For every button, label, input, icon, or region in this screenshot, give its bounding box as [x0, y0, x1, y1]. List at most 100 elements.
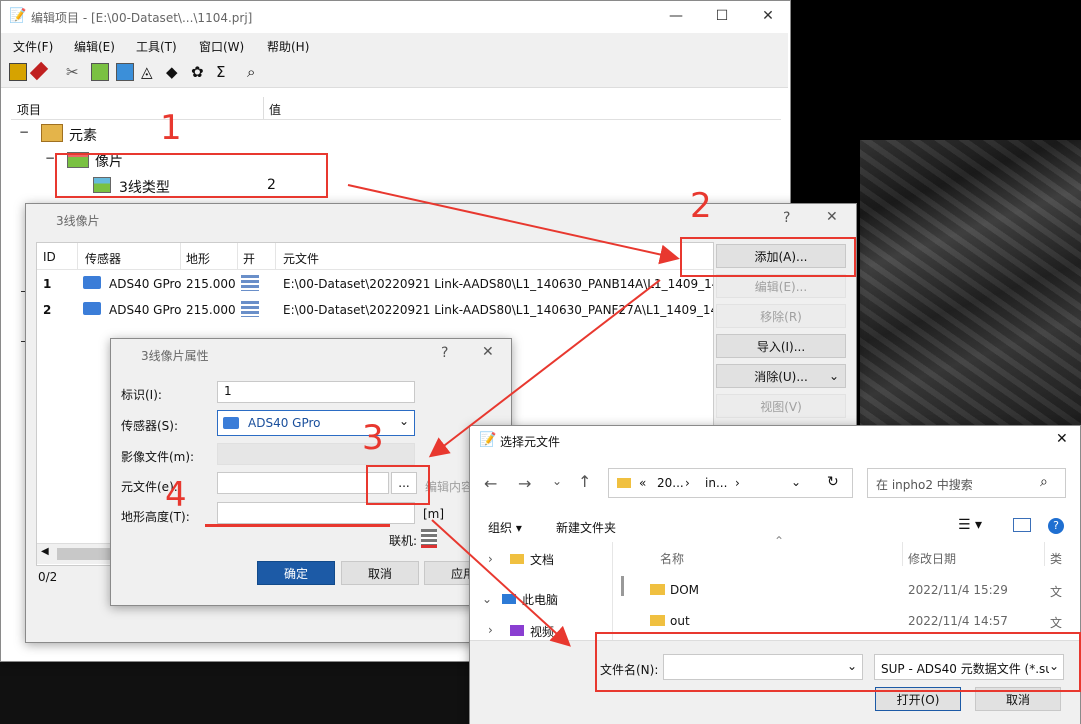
col-type[interactable]: 类	[1050, 550, 1062, 567]
menu-file[interactable]: 文件(F)	[13, 38, 53, 55]
tree-header-item: 项目	[17, 103, 42, 117]
help-icon[interactable]: ?	[1048, 518, 1064, 534]
breadcrumb-part[interactable]: 20...	[657, 476, 684, 490]
row-terrain: 215.000	[186, 277, 236, 291]
app-icon: 📝	[9, 8, 27, 24]
tree-node-elements[interactable]: 元素	[69, 125, 97, 145]
close-icon[interactable]: ✕	[826, 209, 838, 225]
table-row[interactable]: 1 ADS40 GPro 215.000 E:\00-Dataset\20220…	[37, 271, 713, 297]
delete-split-button[interactable]: 消除(U)... ⌄	[716, 364, 846, 388]
online-icon[interactable]	[421, 529, 437, 548]
close-icon[interactable]: ✕	[1056, 431, 1068, 447]
row-file: E:\00-Dataset\20220921 Link-AADS80\L1_14…	[283, 303, 713, 317]
photo-icon[interactable]	[91, 63, 109, 81]
new-folder-button[interactable]: 新建文件夹	[556, 519, 616, 536]
chevron-down-icon[interactable]: ⌄	[399, 414, 409, 428]
image-file-field	[217, 443, 415, 465]
ok-button[interactable]: 确定	[257, 561, 335, 585]
refresh-icon[interactable]: ↻	[827, 474, 839, 490]
annotation-box	[55, 153, 328, 198]
breadcrumb-part[interactable]: in...	[705, 476, 727, 490]
col-terrain[interactable]: 地形	[186, 250, 210, 267]
help-icon[interactable]: ?	[783, 210, 790, 226]
scroll-left-icon[interactable]: ◀	[41, 546, 49, 557]
network-icon	[241, 301, 259, 317]
edit-content-button[interactable]: 编辑内容	[425, 478, 473, 495]
search-icon[interactable]: ⌕	[1040, 474, 1048, 490]
triangle-icon[interactable]: ◬	[141, 63, 157, 81]
scroll-thumb[interactable]	[57, 548, 117, 560]
view-menu-icon[interactable]: ☰ ▾	[958, 517, 982, 533]
help-icon[interactable]: ?	[441, 345, 448, 361]
expand-icon[interactable]: ›	[488, 623, 493, 637]
cancel-button[interactable]: 取消	[341, 561, 419, 585]
close-icon[interactable]: ✕	[482, 344, 494, 360]
chevron-down-icon[interactable]: ⌄	[829, 369, 839, 383]
edit-button[interactable]: 编辑(E)...	[716, 274, 846, 298]
list-item[interactable]: DOM 2022/11/4 15:29 文	[630, 578, 1078, 602]
recent-chevron-icon[interactable]: ⌄	[552, 474, 562, 488]
col-open[interactable]: 开	[243, 250, 255, 267]
tree-collapse-icon[interactable]: −	[19, 125, 29, 139]
terrain-height-field[interactable]	[217, 502, 415, 524]
search-placeholder: 在 inpho2 中搜索	[876, 478, 973, 492]
cluster-icon[interactable]: ✿	[191, 63, 207, 81]
unit-label: [m]	[423, 507, 445, 521]
back-arrow-icon[interactable]: ←	[484, 474, 497, 493]
list-item[interactable]: out 2022/11/4 14:57 文	[630, 609, 1078, 633]
computer-icon	[502, 594, 516, 604]
forward-arrow-icon[interactable]: →	[518, 474, 531, 493]
col-sensor[interactable]: 传感器	[85, 250, 121, 267]
close-icon[interactable]: ✕	[745, 1, 791, 31]
help-pointer-icon[interactable]: ⌕	[247, 63, 263, 81]
import-button[interactable]: 导入(I)...	[716, 334, 846, 358]
breadcrumb-part[interactable]: «	[639, 476, 646, 490]
col-name[interactable]: 名称	[660, 550, 684, 567]
maximize-icon[interactable]: ☐	[699, 1, 745, 31]
remove-button[interactable]: 移除(R)	[716, 304, 846, 328]
up-arrow-icon[interactable]: ↑	[578, 472, 591, 491]
breadcrumb-separator-icon: ›	[735, 476, 740, 490]
save-icon[interactable]	[9, 63, 27, 81]
minimize-icon[interactable]: —	[653, 1, 699, 31]
online-label: 联机:	[389, 534, 418, 548]
menu-edit[interactable]: 编辑(E)	[74, 38, 115, 55]
file-type: 文	[1050, 616, 1063, 630]
nav-item-videos[interactable]: 视频	[530, 623, 554, 640]
id-field[interactable]: 1	[217, 381, 415, 403]
address-bar[interactable]: « 20... › in... › ⌄ ↻	[608, 468, 853, 498]
col-id[interactable]: ID	[43, 250, 56, 264]
view-button[interactable]: 视图(V)	[716, 394, 846, 418]
expand-icon[interactable]: ›	[488, 552, 493, 566]
image-icon[interactable]	[116, 63, 134, 81]
sigma-icon[interactable]: Σ	[216, 63, 232, 81]
tools-icon[interactable]: ✂	[66, 63, 82, 81]
tree-collapse-icon[interactable]: −	[45, 151, 55, 165]
scrollbar-thumb[interactable]	[621, 576, 624, 596]
annotation-number: 2	[690, 186, 712, 226]
folder-icon	[650, 615, 665, 626]
video-folder-icon	[510, 625, 524, 636]
camera-icon	[83, 302, 101, 315]
chevron-down-icon[interactable]: ⌄	[791, 475, 801, 489]
main-titlebar: 📝 编辑项目 - [E:\00-Dataset\...\1104.prj] — …	[1, 1, 790, 31]
table-row[interactable]: 2 ADS40 GPro 215.000 E:\00-Dataset\20220…	[37, 297, 713, 323]
row-sensor: ADS40 GPro	[109, 277, 182, 291]
expand-icon[interactable]: ⌄	[482, 592, 492, 606]
nav-item-this-pc[interactable]: 此电脑	[522, 591, 558, 608]
metafile-field[interactable]	[217, 472, 389, 494]
image-file-label: 影像文件(m):	[121, 450, 195, 464]
menu-window[interactable]: 窗口(W)	[199, 38, 244, 55]
grid-icon[interactable]: ◆	[166, 63, 182, 81]
search-box[interactable]: 在 inpho2 中搜索 ⌕	[867, 468, 1066, 498]
sensor-select[interactable]: ADS40 GPro ⌄	[217, 410, 415, 436]
annotation-number: 3	[362, 418, 384, 458]
menu-help[interactable]: 帮助(H)	[267, 38, 309, 55]
organize-menu[interactable]: 组织 ▾	[488, 519, 522, 536]
col-date[interactable]: 修改日期	[908, 550, 956, 567]
nav-item-documents[interactable]: 文档	[530, 551, 554, 568]
preview-pane-icon[interactable]	[1013, 518, 1031, 532]
navigation-pane: › 文档 ⌄ 此电脑 › 视频	[470, 542, 612, 642]
col-metafile[interactable]: 元文件	[283, 250, 319, 267]
menu-tools[interactable]: 工具(T)	[136, 38, 177, 55]
